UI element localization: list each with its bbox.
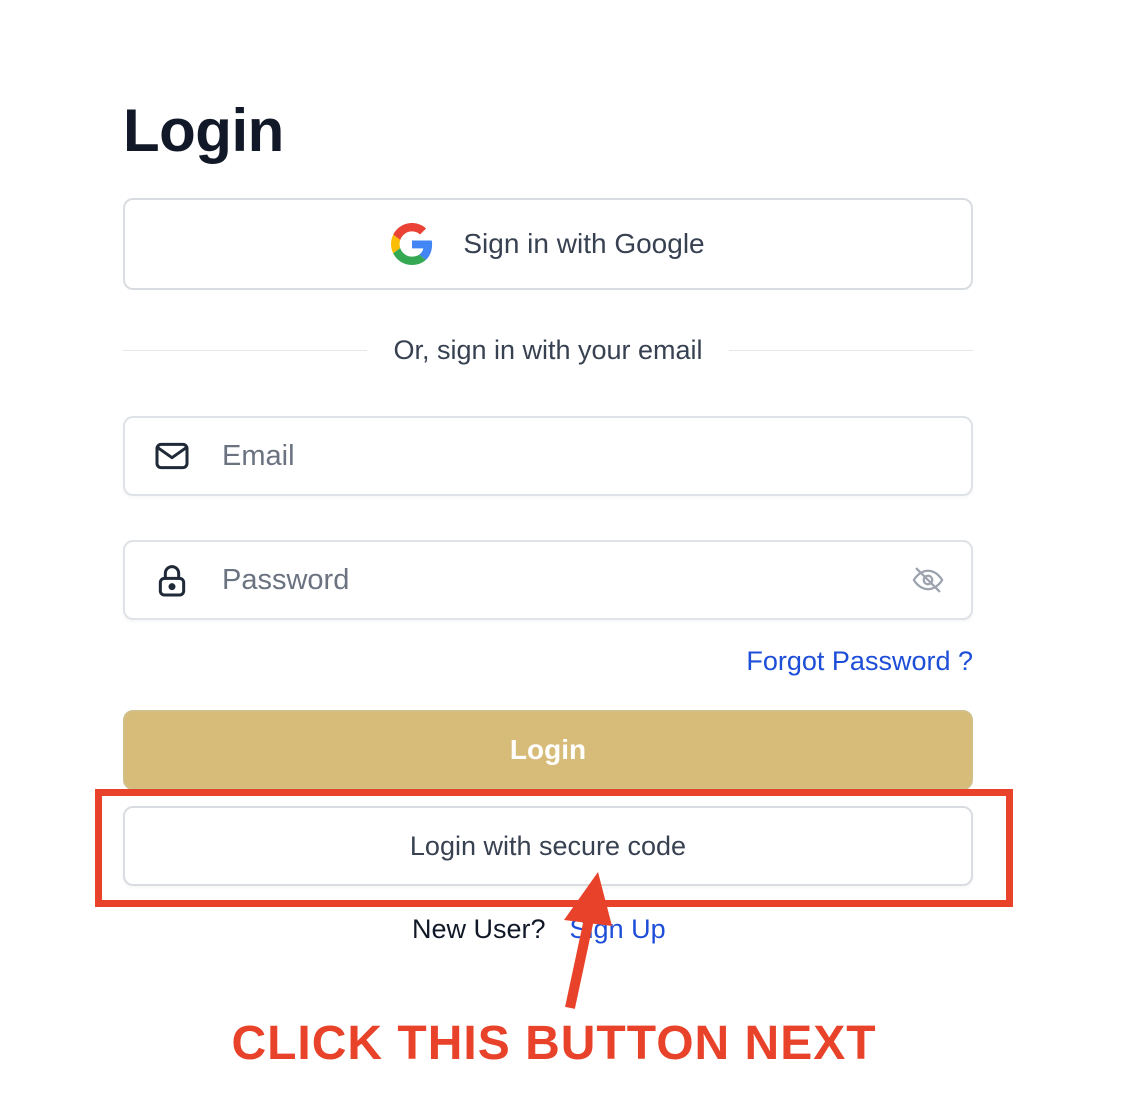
- password-field[interactable]: [123, 540, 973, 620]
- new-user-prompt: New User?: [412, 914, 546, 944]
- page-title: Login: [123, 97, 284, 164]
- email-input[interactable]: [222, 426, 971, 486]
- google-button-label: Sign in with Google: [463, 228, 705, 259]
- login-page: Login Sign in with Google Or, sign in wi…: [0, 0, 1140, 1120]
- annotation-arrow-icon: [564, 872, 612, 1009]
- email-field[interactable]: [123, 416, 973, 496]
- divider-text: Or, sign in with your email: [393, 334, 703, 365]
- divider-line-right: [728, 349, 973, 351]
- email-divider: Or, sign in with your email: [123, 330, 973, 370]
- annotation-text: CLICK THIS BUTTON NEXT: [231, 1017, 877, 1070]
- login-button[interactable]: Login: [123, 710, 973, 790]
- google-logo-icon: [391, 223, 433, 265]
- forgot-password-link[interactable]: Forgot Password ?: [746, 646, 973, 677]
- lock-icon: [158, 565, 186, 597]
- mail-icon: [155, 442, 189, 470]
- password-input[interactable]: [222, 550, 911, 610]
- sign-in-with-google-button[interactable]: Sign in with Google: [123, 198, 973, 290]
- divider-line-left: [123, 349, 368, 351]
- eye-off-icon[interactable]: [911, 563, 945, 597]
